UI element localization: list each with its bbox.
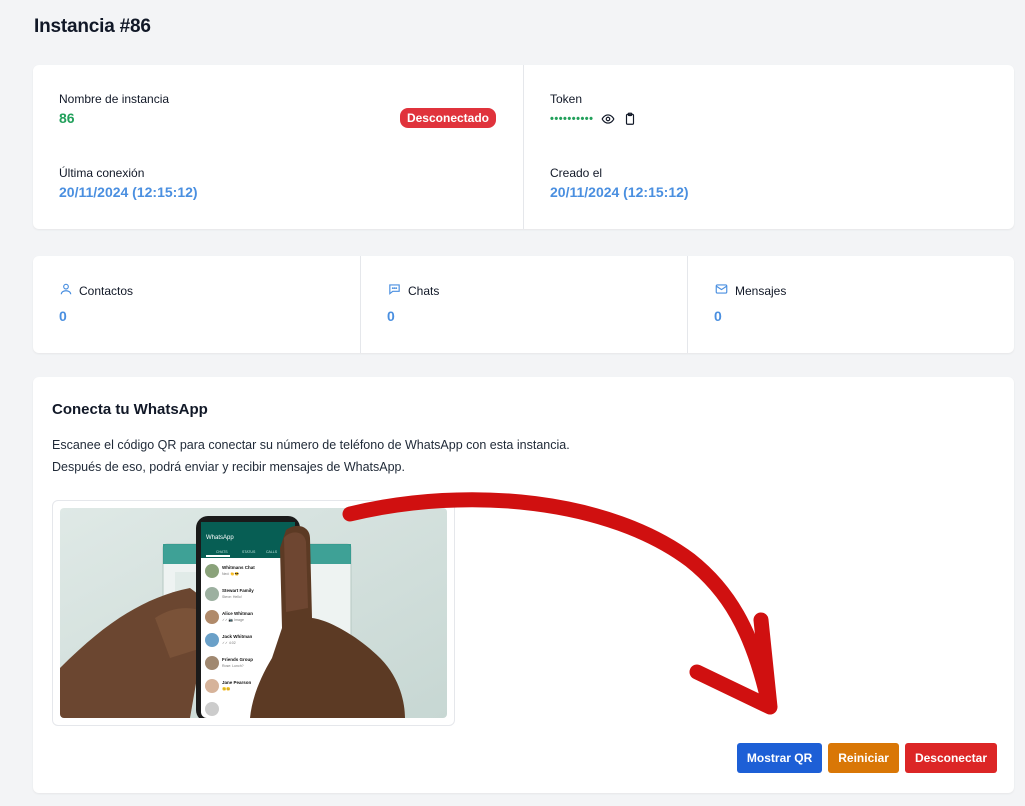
phone-chat-name: Stewart Family (222, 588, 254, 593)
phone-chat-preview: ✓✓ 4:02 (222, 641, 236, 645)
connect-card: Conecta tu WhatsApp Escanee el código QR… (33, 377, 1014, 793)
last-connection-field: Última conexión 20/11/2024 (12:15:12) (59, 166, 198, 200)
stats-card: Contactos 0 Chats 0 Mensajes 0 (33, 256, 1014, 353)
last-connection-value: 20/11/2024 (12:15:12) (59, 184, 198, 200)
instance-name-label: Nombre de instancia (59, 92, 170, 106)
restart-button[interactable]: Reiniciar (828, 743, 899, 773)
stat-chats-value: 0 (387, 308, 395, 324)
instance-info-right: Token •••••••••• Creado el 20/11/2024 (1… (523, 65, 1014, 229)
whatsapp-illustration: WhatsApp CHATS STATUS CALLS Whitmans Cha… (52, 500, 455, 726)
phone-chat-name: Whitmans Chat (222, 565, 255, 570)
connect-description: Escanee el código QR para conectar su nú… (52, 434, 570, 478)
created-label: Creado el (550, 166, 603, 180)
instance-name-field: Nombre de instancia 86 (59, 92, 169, 126)
phone-chat-preview: Ned: 👏😎 (222, 571, 240, 576)
phone-tab-chats: CHATS (216, 550, 228, 554)
connect-desc-line1: Escanee el código QR para conectar su nú… (52, 438, 570, 452)
phone-chat-name: Friends Group (222, 657, 253, 662)
user-icon (59, 282, 73, 299)
phone-app-title: WhatsApp (206, 535, 234, 541)
token-field: Token •••••••••• (550, 92, 638, 127)
phone-tab-calls: CALLS (266, 550, 278, 554)
created-field: Creado el 20/11/2024 (12:15:12) (550, 166, 689, 200)
last-connection-label: Última conexión (59, 166, 145, 180)
page-title: Instancia #86 (34, 16, 151, 37)
mail-icon (714, 282, 729, 299)
phone-chat-name: Jane Pearson (222, 680, 252, 685)
phone-chat-preview: ✓✓ 📷 Image (222, 618, 244, 622)
phone-tab-status: STATUS (242, 550, 256, 554)
disconnect-button[interactable]: Desconectar (904, 743, 997, 773)
created-value: 20/11/2024 (12:15:12) (550, 184, 689, 200)
eye-icon[interactable] (600, 111, 616, 127)
instance-info-left: Nombre de instancia 86 Desconectado Últi… (33, 65, 523, 229)
phone-chat-preview: 🙂😊 (222, 686, 231, 691)
stat-chats: Chats 0 (360, 256, 687, 353)
stat-contacts-label: Contactos (79, 283, 134, 298)
show-qr-button[interactable]: Mostrar QR (736, 743, 823, 773)
instance-info-card: Nombre de instancia 86 Desconectado Últi… (33, 65, 1014, 229)
clipboard-icon[interactable] (622, 111, 638, 127)
status-badge: Desconectado (399, 108, 496, 128)
connect-title: Conecta tu WhatsApp (52, 401, 208, 418)
connect-desc-line2: Después de eso, podrá enviar y recibir m… (52, 460, 405, 474)
stat-messages: Mensajes 0 (687, 256, 1014, 353)
action-buttons: Mostrar QR Reiniciar Desconectar (736, 743, 997, 773)
token-label: Token (550, 92, 583, 106)
stat-contacts: Contactos 0 (33, 256, 360, 353)
token-value: •••••••••• (550, 113, 594, 125)
phone-chat-preview: Rose: Lunch? (222, 664, 244, 668)
stat-contacts-value: 0 (59, 308, 67, 324)
phone-chat-name: Alice Whitman (222, 611, 253, 616)
instance-name-value: 86 (59, 110, 75, 126)
chat-icon (387, 282, 402, 299)
phone-chat-preview: Steve: Hello! (222, 595, 242, 599)
stat-messages-value: 0 (714, 308, 722, 324)
stat-messages-label: Mensajes (735, 283, 787, 298)
phone-chat-name: Jack Whitman (222, 634, 253, 639)
stat-chats-label: Chats (408, 283, 440, 298)
